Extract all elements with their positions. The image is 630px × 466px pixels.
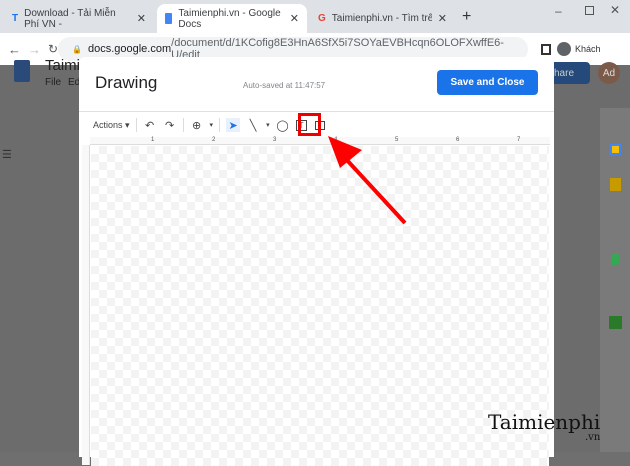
tab-google-docs[interactable]: Taimienphi.vn - Google Docs ✕: [157, 4, 307, 33]
drawing-dialog: Drawing Auto-saved at 11:47:57 Save and …: [79, 57, 554, 466]
dialog-title: Drawing: [95, 73, 158, 92]
shape-icon[interactable]: ◯: [276, 118, 290, 132]
lock-icon: 🔒: [72, 44, 82, 54]
back-icon[interactable]: ←: [8, 42, 21, 57]
docs-icon: [165, 13, 173, 24]
divider: [135, 118, 137, 132]
close-icon[interactable]: ✕: [438, 12, 447, 25]
t-icon: T: [12, 13, 19, 24]
forward-icon[interactable]: →: [28, 42, 41, 57]
red-arrow-annotation: [328, 136, 407, 225]
maximize-icon[interactable]: [585, 6, 594, 15]
side-panel: [600, 108, 630, 452]
taimienphi-watermark: Taimienphi .vn: [488, 410, 601, 443]
side-panel-icon[interactable]: [541, 43, 551, 55]
line-dropdown-icon[interactable]: ▾: [266, 121, 270, 129]
outline-icon[interactable]: ☰: [2, 148, 12, 161]
google-icon: G: [318, 13, 326, 24]
divider: [79, 111, 554, 112]
profile-button[interactable]: Khách: [557, 42, 601, 56]
docs-logo-icon: [14, 60, 30, 82]
line-icon[interactable]: ╲: [246, 118, 260, 132]
zoom-dropdown-icon[interactable]: ▾: [210, 121, 214, 129]
share-button[interactable]: hare: [554, 62, 590, 84]
image-button-highlight: [298, 113, 321, 136]
select-cursor-icon[interactable]: ➤: [226, 118, 241, 132]
divider: [219, 118, 221, 132]
menu-file[interactable]: File: [45, 77, 61, 88]
close-icon[interactable]: ✕: [290, 12, 299, 25]
minimize-icon[interactable]: ‒: [555, 4, 562, 18]
save-and-close-button[interactable]: Save and Close: [437, 70, 538, 95]
close-window-icon[interactable]: ✕: [610, 3, 620, 17]
redo-icon[interactable]: ↷: [163, 118, 177, 132]
tab-download[interactable]: T Download - Tải Miễn Phí VN - ✕: [4, 4, 154, 33]
avatar-icon: [557, 42, 571, 56]
new-tab-icon[interactable]: +: [462, 8, 471, 26]
tab-bar: T Download - Tải Miễn Phí VN - ✕ Taimienp…: [0, 0, 630, 33]
vertical-ruler: [82, 145, 90, 465]
calendar-icon[interactable]: [610, 144, 621, 155]
keep-icon[interactable]: [610, 178, 621, 191]
actions-menu[interactable]: Actions ▾: [93, 120, 130, 131]
zoom-icon[interactable]: ⊕: [190, 118, 204, 132]
close-icon[interactable]: ✕: [137, 12, 146, 25]
tab-google-search[interactable]: GTaimienphi.vn - Tìm trên Googl✕: [310, 4, 455, 33]
maps-icon[interactable]: [611, 253, 620, 265]
download-icon[interactable]: [609, 316, 622, 329]
divider: [182, 118, 184, 132]
reload-icon[interactable]: ↻: [48, 42, 58, 56]
avatar[interactable]: Ad: [598, 62, 620, 84]
drawing-toolbar: Actions ▾ ↶ ↷ ⊕ ▾ ➤ ╲ ▾ ◯ T: [93, 117, 327, 133]
autosave-status: Auto-saved at 11:47:57: [243, 81, 326, 90]
undo-icon[interactable]: ↶: [143, 118, 157, 132]
